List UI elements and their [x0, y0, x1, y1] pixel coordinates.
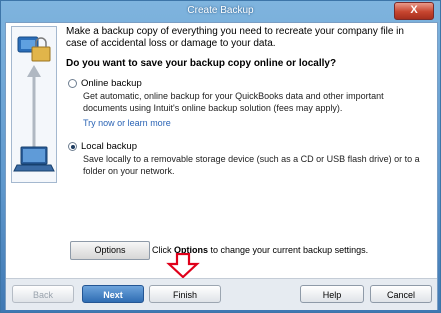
online-backup-option[interactable]: Online backup	[68, 78, 142, 89]
try-now-link[interactable]: Try now or learn more	[83, 118, 171, 128]
window-title: Create Backup	[187, 5, 254, 16]
online-storage-icon	[17, 36, 51, 62]
local-backup-radio[interactable]	[68, 142, 77, 151]
next-button[interactable]: Next	[82, 285, 144, 303]
finish-button[interactable]: Finish	[149, 285, 221, 303]
close-button[interactable]: X	[394, 2, 434, 20]
create-backup-window: Create Backup X Make a backup copy of ev…	[0, 0, 441, 313]
up-arrow-icon	[27, 65, 41, 147]
intro-text: Make a backup copy of everything you nee…	[66, 26, 404, 49]
question-heading: Do you want to save your backup copy onl…	[66, 58, 337, 69]
local-backup-label[interactable]: Local backup	[81, 141, 137, 152]
cancel-button[interactable]: Cancel	[370, 285, 432, 303]
local-backup-description: Save locally to a removable storage devi…	[83, 154, 420, 176]
online-backup-description: Get automatic, online backup for your Qu…	[83, 91, 384, 113]
back-button[interactable]: Back	[12, 285, 74, 303]
online-backup-label[interactable]: Online backup	[81, 78, 142, 89]
backup-illustration	[11, 26, 57, 183]
options-button[interactable]: Options	[70, 241, 150, 260]
dialog-body: Make a backup copy of everything you nee…	[5, 22, 438, 310]
red-down-arrow-icon	[166, 253, 200, 279]
title-bar: Create Backup X	[1, 1, 440, 21]
laptop-icon	[13, 146, 55, 172]
online-backup-radio[interactable]	[68, 79, 77, 88]
help-button[interactable]: Help	[300, 285, 364, 303]
local-backup-option[interactable]: Local backup	[68, 141, 137, 152]
